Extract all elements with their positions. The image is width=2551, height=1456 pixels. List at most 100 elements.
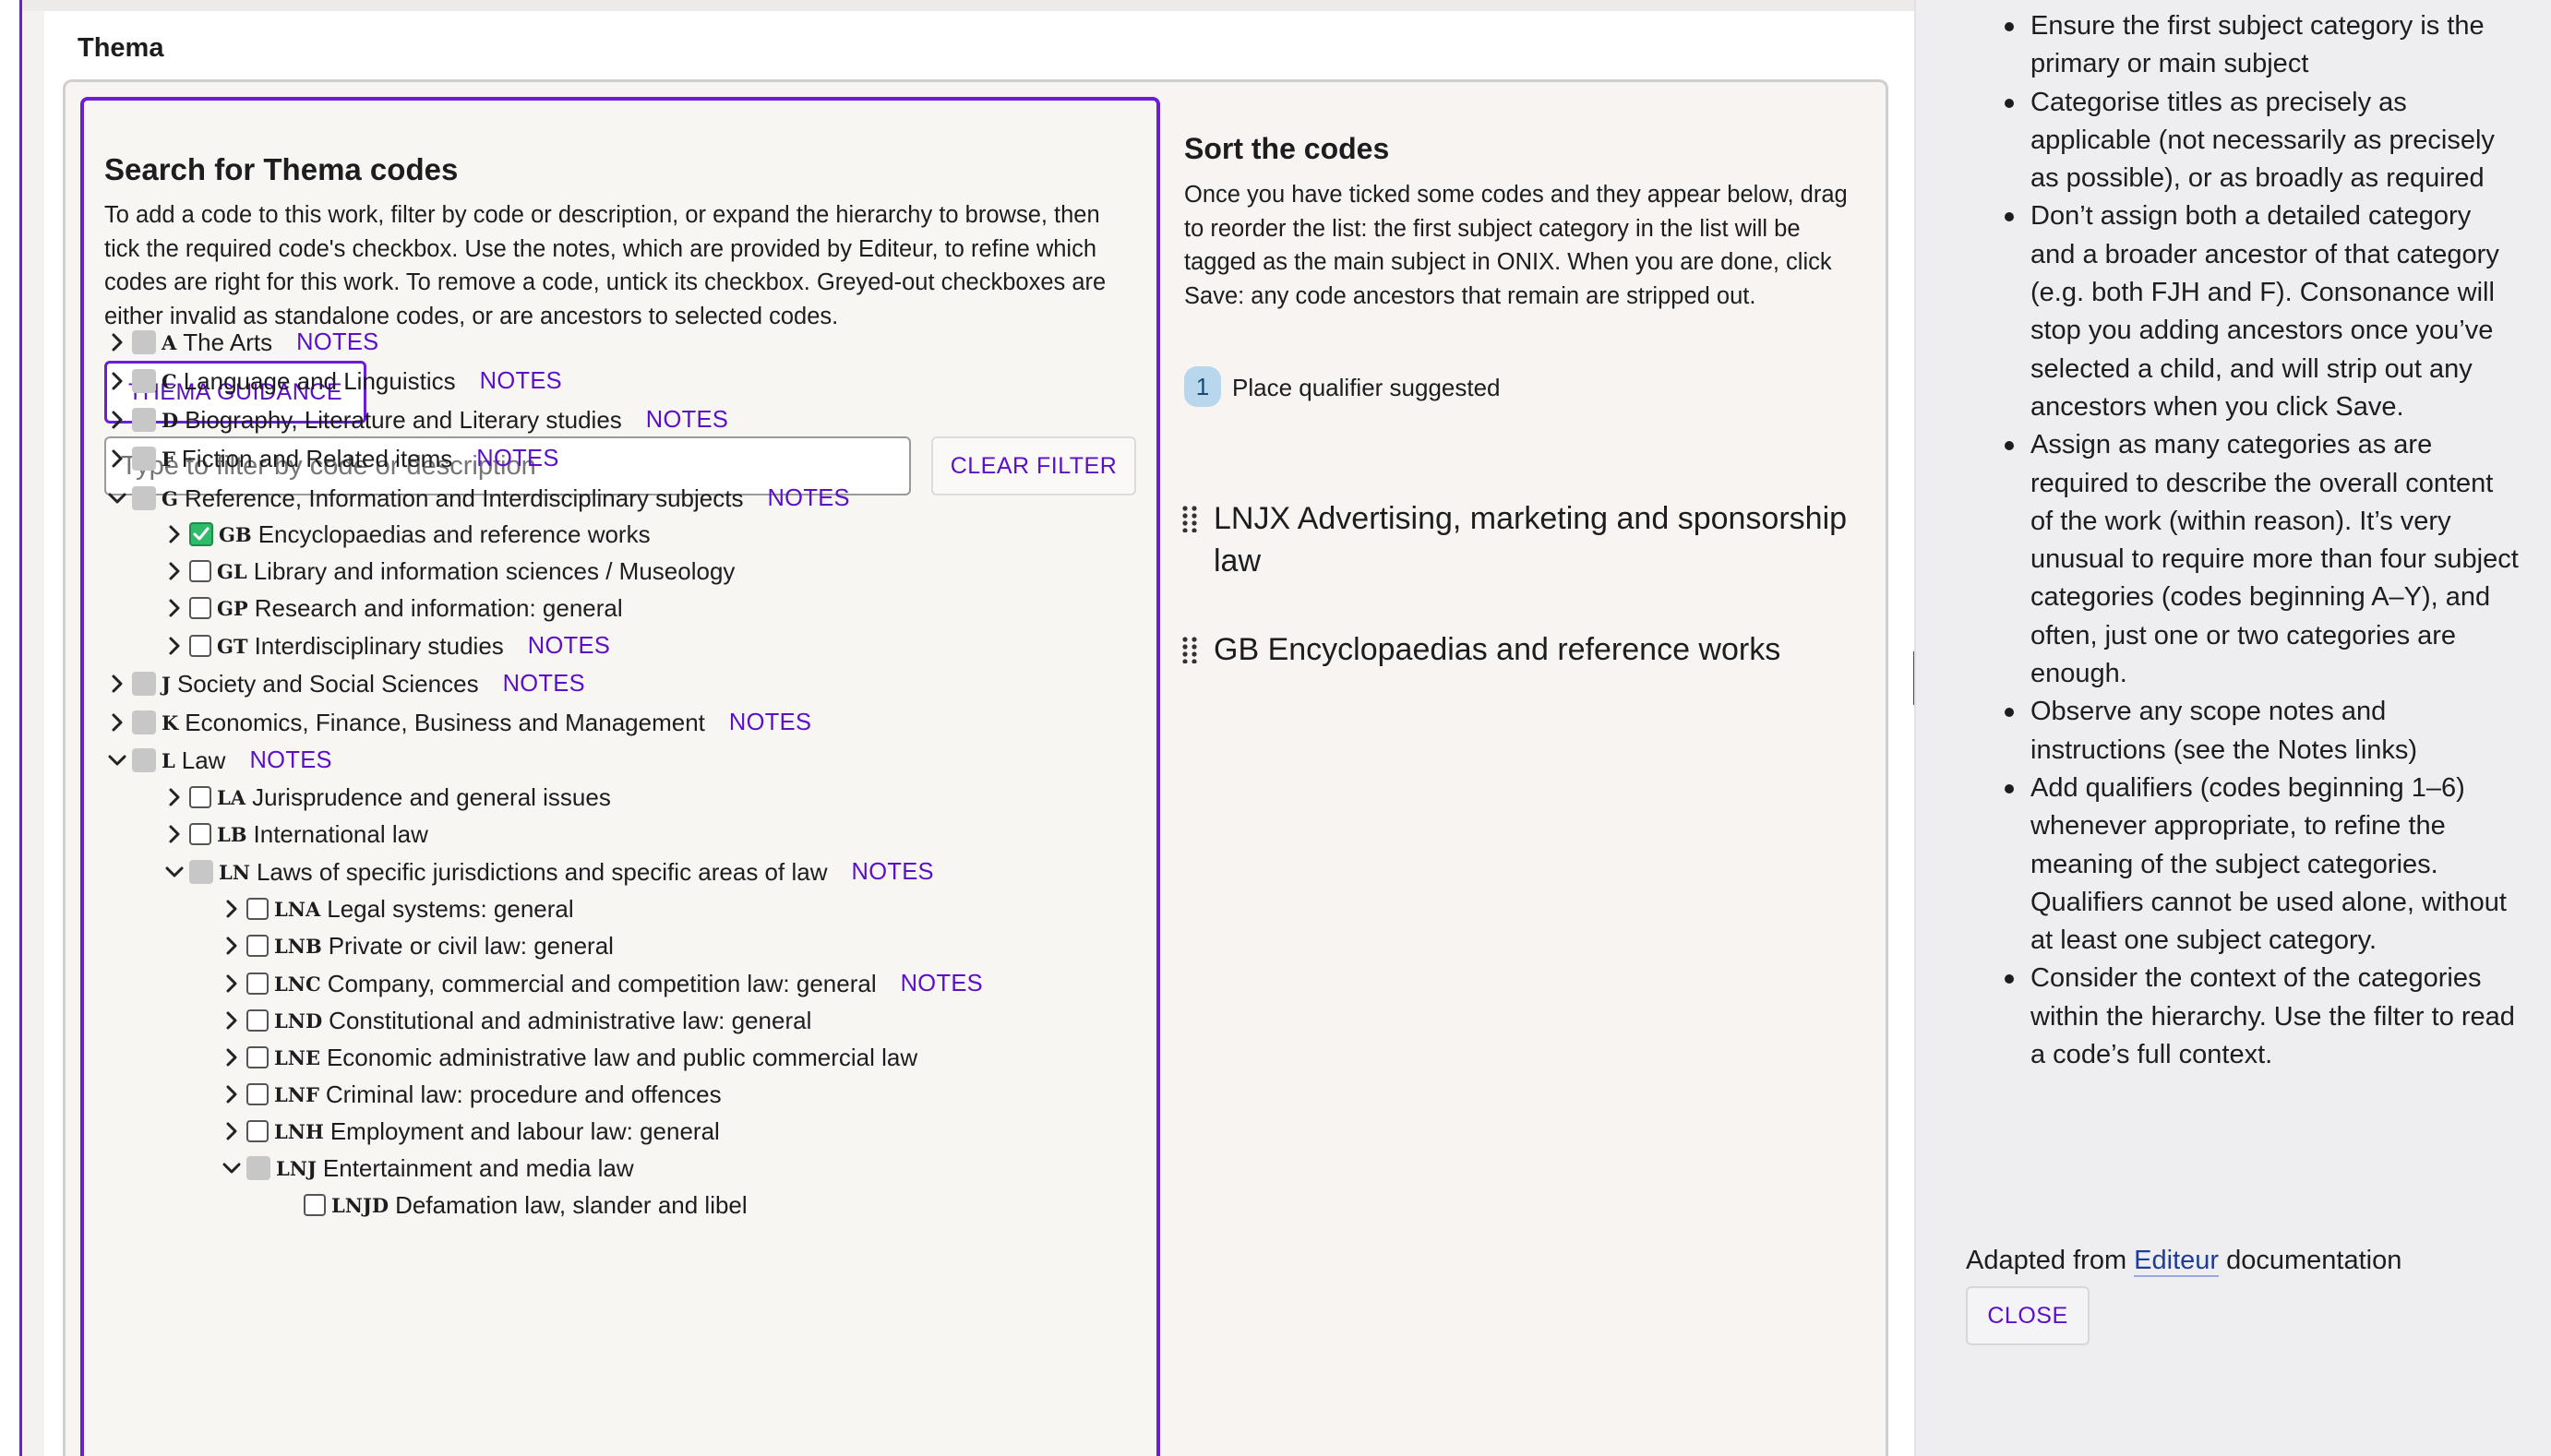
chevron-right-icon[interactable] [106,409,128,431]
chevron-right-icon[interactable] [221,973,243,995]
qualifier-suggestion[interactable]: Place qualifier suggested [1232,374,1501,402]
chevron-down-icon[interactable] [106,487,128,509]
chevron-down-icon[interactable] [106,749,128,771]
close-button[interactable]: CLOSE [1966,1286,2090,1345]
chevron-right-icon[interactable] [163,823,186,845]
tree-code: L [162,748,175,772]
checkbox[interactable] [189,560,211,582]
chevron-right-icon[interactable] [221,935,243,957]
tree-row: LA Jurisprudence and general issues [163,779,611,816]
tree-row: LNF Criminal law: procedure and offences [221,1076,722,1113]
chevron-down-icon[interactable] [221,1157,243,1179]
checkbox-disabled [132,710,156,734]
chevron-right-icon[interactable] [106,711,128,734]
sort-item[interactable]: LNJX Advertising, marketing and sponsors… [1180,497,1860,582]
clear-filter-button[interactable]: CLEAR FILTER [931,436,1136,495]
checkbox[interactable] [246,935,269,957]
guidance-item: Categorise titles as precisely as applic… [2005,84,2520,198]
editeur-link[interactable]: Editeur [2134,1246,2220,1277]
chevron-right-icon[interactable] [221,1046,243,1068]
tree-code: GL [217,559,247,583]
tree-label: Employment and labour law: general [329,1116,720,1145]
sort-item-label: LNJX Advertising, marketing and sponsors… [1214,501,1848,579]
page-left-rule [19,0,22,1456]
chevron-right-icon[interactable] [163,597,186,619]
notes-link[interactable]: NOTES [729,710,811,736]
tree-code: J [162,672,171,696]
tree-label: Economics, Finance, Business and Managem… [185,708,705,736]
tree-code: LN [219,860,250,884]
drag-handle-icon[interactable] [1180,636,1199,663]
tree-row: GB Encyclopaedias and reference works [163,516,651,553]
tree-row: GT Interdisciplinary studies NOTES [163,627,610,664]
tree-row: LND Constitutional and administrative law… [221,1002,811,1039]
notes-link[interactable]: NOTES [503,671,585,698]
drag-handle-icon[interactable] [1180,505,1199,532]
checkbox-checked[interactable] [189,522,213,546]
search-pane: Search for Thema codes To add a code to … [80,97,1160,1456]
tree-code: GT [217,634,248,658]
guidance-list: Ensure the first subject category is the… [2005,7,2520,1074]
checkbox[interactable] [246,1120,269,1142]
notes-link[interactable]: NOTES [249,747,331,774]
thema-editor: Search for Thema codes To add a code to … [63,79,1888,1456]
notes-link[interactable]: NOTES [901,971,983,997]
notes-link[interactable]: NOTES [476,446,558,472]
tree-code: F [162,447,175,471]
checkbox[interactable] [304,1194,326,1216]
chevron-right-icon[interactable] [163,560,186,582]
qualifier-count-badge: 1 [1184,366,1221,407]
tree-label: Company, commercial and competition law:… [327,969,877,997]
chevron-right-icon[interactable] [221,1009,243,1032]
tree-code: LNA [274,897,321,921]
chevron-right-icon[interactable] [106,331,128,353]
notes-link[interactable]: NOTES [480,368,562,395]
chevron-right-icon[interactable] [163,786,186,808]
tree-label: Criminal law: procedure and offences [325,1080,722,1108]
tree-row: LNJD Defamation law, slander and libel [278,1187,748,1223]
chevron-right-icon[interactable] [221,1083,243,1105]
checkbox[interactable] [246,973,269,995]
checkbox[interactable] [246,1046,269,1068]
tree-code: A [162,330,177,354]
chevron-right-icon[interactable] [163,523,186,545]
search-description: To add a code to this work, filter by co… [104,202,1107,329]
checkbox-disabled [132,447,156,471]
chevron-right-icon[interactable] [221,898,243,920]
checkbox[interactable] [246,1009,269,1032]
tree-row: LNE Economic administrative law and publi… [221,1039,917,1076]
guidance-item: Observe any scope notes and instructions… [2005,693,2520,770]
tree-label: Language and Linguistics [183,366,456,395]
chevron-down-icon[interactable] [163,861,186,883]
tree-label: Laws of specific jurisdictions and speci… [256,857,828,886]
notes-link[interactable]: NOTES [528,633,610,660]
tree-label: Reference, Information and Interdiscipli… [184,483,744,512]
notes-link[interactable]: NOTES [767,485,849,512]
notes-link[interactable]: NOTES [296,329,378,356]
check-icon [193,527,210,541]
sort-item[interactable]: GB Encyclopaedias and reference works [1180,628,1860,671]
checkbox[interactable] [189,823,211,845]
notes-link[interactable]: NOTES [646,407,728,434]
tree-label: Society and Social Sciences [176,669,479,698]
checkbox[interactable] [246,898,269,920]
chevron-right-icon[interactable] [221,1120,243,1142]
checkbox[interactable] [189,786,211,808]
tree-label: Legal systems: general [327,894,574,923]
chevron-right-icon[interactable] [106,448,128,470]
tree-label: Entertainment and media law [322,1153,634,1182]
chevron-right-icon[interactable] [106,673,128,695]
checkbox[interactable] [189,597,211,619]
tree-row: GL Library and information sciences / Mus… [163,553,735,590]
chevron-right-icon[interactable] [106,370,128,392]
attribution-prefix: Adapted from [1966,1246,2135,1275]
checkbox[interactable] [189,635,211,657]
checkbox[interactable] [246,1083,269,1105]
checkbox-disabled [132,408,156,432]
tree-row: D Biography, Literature and Literary stud… [106,401,728,438]
chevron-right-icon[interactable] [163,635,186,657]
tree-code: LNE [274,1045,320,1069]
tree-row: A The Arts NOTES [106,324,378,361]
tree-code: GB [219,522,252,546]
notes-link[interactable]: NOTES [851,859,933,886]
